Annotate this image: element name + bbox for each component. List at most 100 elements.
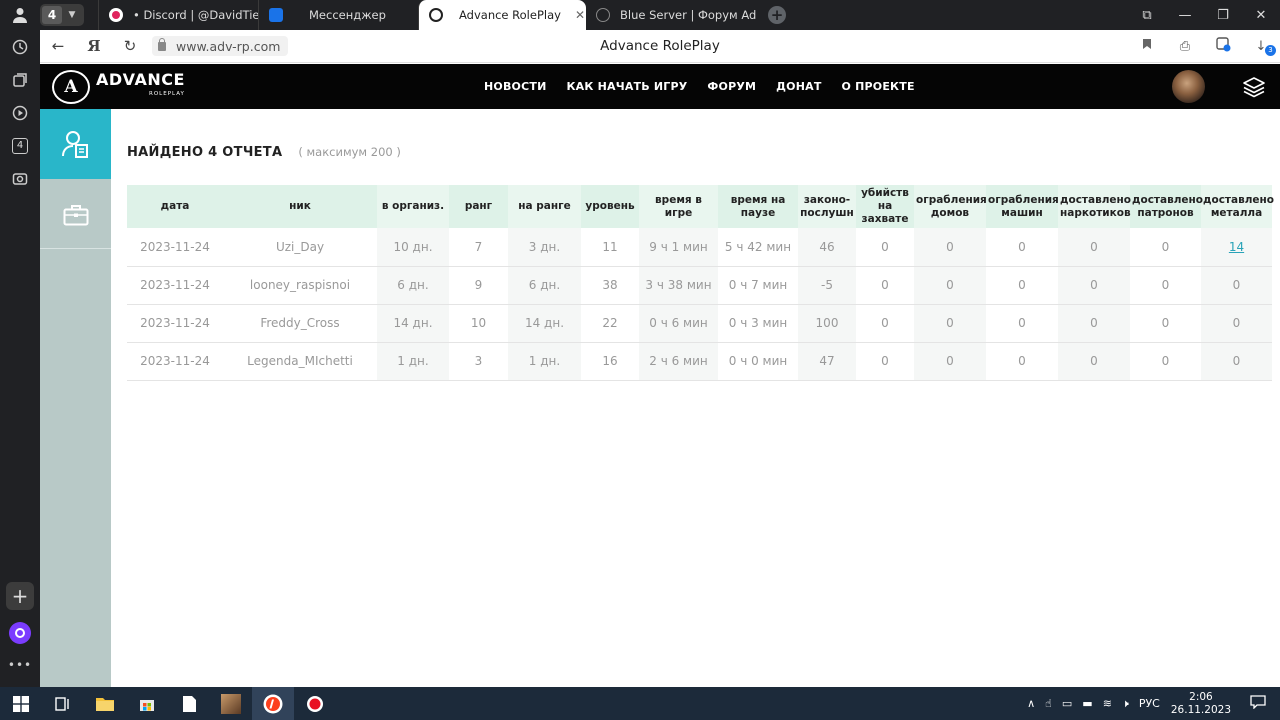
messenger-icon [269, 8, 283, 22]
table-cell: 38 [581, 266, 639, 305]
history-icon[interactable] [0, 30, 40, 63]
column-header[interactable]: в организ. [377, 185, 449, 228]
column-header[interactable]: время в игре [639, 185, 718, 228]
nav-about[interactable]: О ПРОЕКТЕ [842, 80, 915, 93]
table-cell: 0 [856, 266, 914, 305]
minimize-button[interactable]: — [1166, 8, 1204, 23]
bookmark-icon[interactable] [1128, 38, 1166, 54]
table-cell: 0 ч 3 мин [718, 304, 798, 343]
column-header[interactable]: доставлено патронов [1130, 185, 1203, 228]
volume-icon[interactable]: 🕨 [1122, 697, 1129, 711]
discord-icon [109, 8, 123, 22]
table-cell: 7 [449, 228, 508, 267]
nav-news[interactable]: НОВОСТИ [484, 80, 546, 93]
battery-icon[interactable]: ▬ [1082, 697, 1092, 710]
table-cell: 0 [1058, 342, 1130, 381]
column-header[interactable]: время на паузе [718, 185, 798, 228]
clock[interactable]: 2:06 26.11.2023 [1171, 691, 1231, 717]
close-window-button[interactable]: ✕ [1242, 8, 1280, 23]
main-content: НАЙДЕНО 4 ОТЧЕТА ( максимум 200 ) дата н… [111, 109, 1280, 687]
lock-icon[interactable] [158, 37, 166, 51]
table-cell: looney_raspisnoi [223, 266, 377, 305]
collections-icon[interactable] [0, 63, 40, 96]
yandex-icon[interactable]: Я [76, 37, 112, 55]
task-view-icon[interactable] [42, 687, 84, 720]
file-explorer-icon[interactable] [84, 687, 126, 720]
browser-side-rail: 4 + ••• [0, 30, 40, 687]
table-row: 2023-11-24 Legenda_MIchetti 1 дн. 3 1 дн. 16 2… [127, 342, 1272, 381]
nav-forum[interactable]: ФОРУМ [707, 80, 756, 93]
table-cell: 14 дн. [377, 304, 449, 343]
notifications-icon[interactable] [1250, 695, 1266, 712]
recorder-icon[interactable] [294, 687, 336, 720]
app-thumbnail-icon[interactable] [210, 687, 252, 720]
yandex-browser-taskbar-icon[interactable] [252, 687, 294, 720]
alice-assistant-icon[interactable] [9, 622, 31, 644]
column-header[interactable]: доставлено металла [1201, 185, 1274, 228]
downloads-icon[interactable]: ↓ 3 [1242, 39, 1280, 56]
touch-icon[interactable]: ☝ [1045, 697, 1052, 710]
table-header-row: дата ник в организ. ранг на ранге уровен… [127, 185, 1274, 228]
table-cell: 46 [798, 228, 856, 267]
table-cell: 14 [1201, 228, 1272, 267]
sidebar-item-reports[interactable] [40, 109, 111, 179]
maximize-button[interactable]: ❐ [1204, 8, 1242, 23]
sidebar-item-briefcase[interactable] [40, 181, 111, 249]
table-cell: 2023-11-24 [127, 228, 223, 267]
store-icon[interactable] [126, 687, 168, 720]
reading-list-icon[interactable]: ⧉ [1128, 8, 1166, 23]
chevron-up-icon[interactable]: ∧ [1027, 697, 1035, 710]
address-bar: ← Я ↻ www.adv-rp.com Advance RolePlay ⎙ … [40, 30, 1280, 63]
add-panel-button[interactable]: + [6, 582, 34, 610]
column-header[interactable]: уровень [581, 185, 639, 228]
tab-blue-server[interactable]: Blue Server | Форум Advar [586, 0, 756, 30]
column-header[interactable]: ограбления машин [986, 185, 1059, 228]
avatar[interactable] [1172, 70, 1205, 103]
meet-icon[interactable]: ▭ [1062, 697, 1072, 710]
url-text: www.adv-rp.com [176, 38, 281, 54]
column-header[interactable]: ник [223, 185, 377, 228]
windows-taskbar: ∧ ☝ ▭ ▬ ≋ 🕨 РУС 2:06 26.11.2023 [0, 687, 1280, 720]
system-tray: ∧ ☝ ▭ ▬ ≋ 🕨 РУС 2:06 26.11.2023 [1022, 691, 1280, 717]
wifi-icon[interactable]: ≋ [1103, 697, 1112, 710]
profile-icon[interactable] [0, 0, 40, 30]
tabs-counter-icon[interactable]: 4 [0, 129, 40, 162]
extension-icon[interactable] [1204, 36, 1242, 56]
language-indicator[interactable]: РУС [1139, 697, 1160, 710]
column-header[interactable]: ограбления домов [914, 185, 987, 228]
tab-messenger[interactable]: Мессенджер [258, 0, 418, 30]
close-icon[interactable]: ✕ [561, 8, 585, 22]
screenshot-icon[interactable] [0, 162, 40, 195]
delivered-metal-link[interactable]: 14 [1229, 240, 1244, 254]
column-header[interactable]: законо-послушн [798, 185, 856, 228]
nav-donate[interactable]: ДОНАТ [776, 80, 821, 93]
column-header[interactable]: ранг [449, 185, 508, 228]
tab-title: Мессенджер [309, 8, 386, 22]
url-field[interactable]: www.adv-rp.com [152, 36, 289, 56]
table-cell: 100 [798, 304, 856, 343]
reload-button[interactable]: ↻ [112, 37, 148, 55]
table-cell: 16 [581, 342, 639, 381]
tab-discord[interactable]: • Discord | @DavidTienda [98, 0, 258, 30]
table-cell: 0 [1201, 342, 1272, 381]
translate-icon[interactable]: ⎙ [1166, 39, 1204, 54]
notepad-icon[interactable] [168, 687, 210, 720]
column-header[interactable]: на ранге [508, 185, 581, 228]
table-cell: 0 [986, 304, 1058, 343]
column-header[interactable]: дата [127, 185, 223, 228]
column-header[interactable]: доставлено наркотиков [1058, 185, 1131, 228]
table-cell: 1 дн. [377, 342, 449, 381]
layers-menu-icon[interactable] [1242, 75, 1266, 99]
site-logo[interactable]: A ADVANCE ROLEPLAY [52, 69, 185, 104]
report-summary: НАЙДЕНО 4 ОТЧЕТА ( максимум 200 ) [127, 145, 401, 160]
nav-how-to-start[interactable]: КАК НАЧАТЬ ИГРУ [566, 80, 687, 93]
more-icon[interactable]: ••• [0, 658, 40, 672]
video-icon[interactable] [0, 96, 40, 129]
tab-advance-roleplay[interactable]: Advance RolePlay ✕ [418, 0, 586, 30]
table-cell: 0 [914, 228, 986, 267]
windows-start-icon[interactable] [0, 687, 42, 720]
column-header[interactable]: убийств на захвате [856, 185, 914, 228]
new-tab-button[interactable]: + [768, 6, 786, 24]
tab-group-counter[interactable]: 4 ▼ [40, 4, 84, 26]
back-button[interactable]: ← [40, 37, 76, 55]
